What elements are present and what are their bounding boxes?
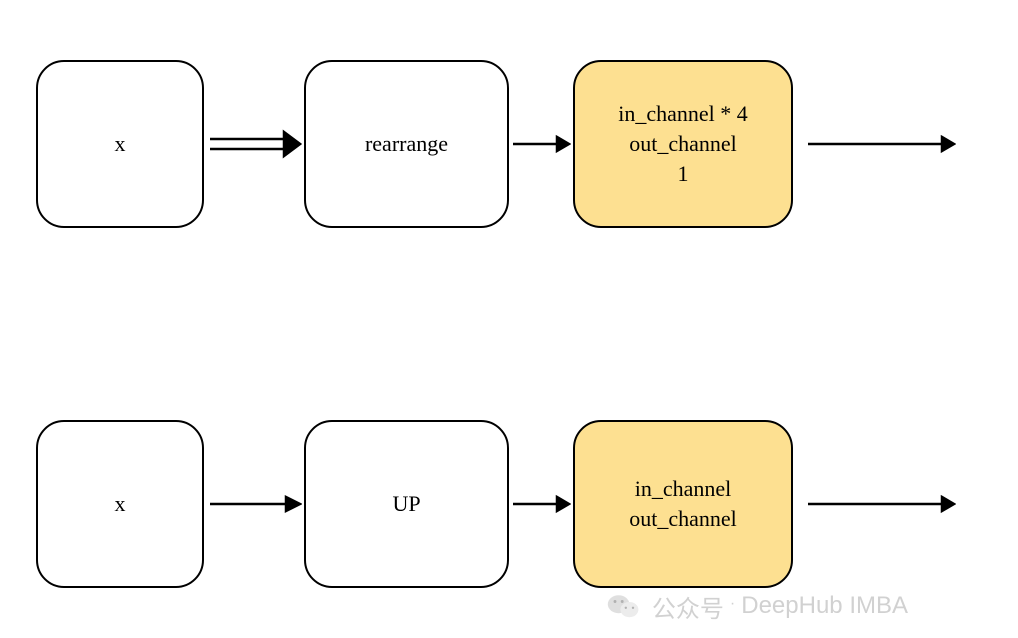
output-node-conv-params: in_channel * 4 out_channel 1 bbox=[573, 60, 793, 228]
arrow-2 bbox=[509, 489, 573, 519]
operation-node-rearrange: rearrange bbox=[304, 60, 509, 228]
input-node-x: x bbox=[36, 60, 204, 228]
arrow-2 bbox=[509, 129, 573, 159]
arrow-3 bbox=[801, 489, 961, 519]
flow-row-2: x UP in_channel out_channel bbox=[0, 420, 1018, 588]
watermark-suffix: DeepHub IMBA bbox=[741, 592, 908, 620]
node-line-2: out_channel bbox=[629, 129, 737, 159]
arrow-icon bbox=[511, 129, 571, 159]
node-label: x bbox=[115, 129, 126, 159]
node-line-1: in_channel bbox=[635, 474, 732, 504]
arrow-icon bbox=[806, 489, 956, 519]
node-line-1: in_channel * 4 bbox=[618, 99, 748, 129]
arrow-1 bbox=[204, 489, 304, 519]
node-line-3: 1 bbox=[678, 159, 689, 189]
node-label: UP bbox=[392, 489, 420, 519]
node-line-2: out_channel bbox=[629, 504, 737, 534]
arrow-1-double bbox=[204, 124, 304, 164]
operation-node-up: UP bbox=[304, 420, 509, 588]
flow-row-1: x rearrange in_channel * 4 out_channel 1 bbox=[0, 60, 1018, 228]
arrow-3 bbox=[801, 129, 961, 159]
input-node-x: x bbox=[36, 420, 204, 588]
watermark-separator: · bbox=[730, 595, 735, 613]
arrow-icon bbox=[806, 129, 956, 159]
wechat-icon bbox=[606, 588, 642, 624]
arrow-icon bbox=[511, 489, 571, 519]
arrow-icon bbox=[206, 489, 302, 519]
watermark-prefix: 公众号 bbox=[652, 589, 724, 624]
output-node-conv-params: in_channel out_channel bbox=[573, 420, 793, 588]
watermark: 公众号 · DeepHub IMBA bbox=[606, 588, 908, 624]
node-label: rearrange bbox=[365, 129, 448, 159]
double-arrow-icon bbox=[206, 124, 302, 164]
node-label: x bbox=[115, 489, 126, 519]
